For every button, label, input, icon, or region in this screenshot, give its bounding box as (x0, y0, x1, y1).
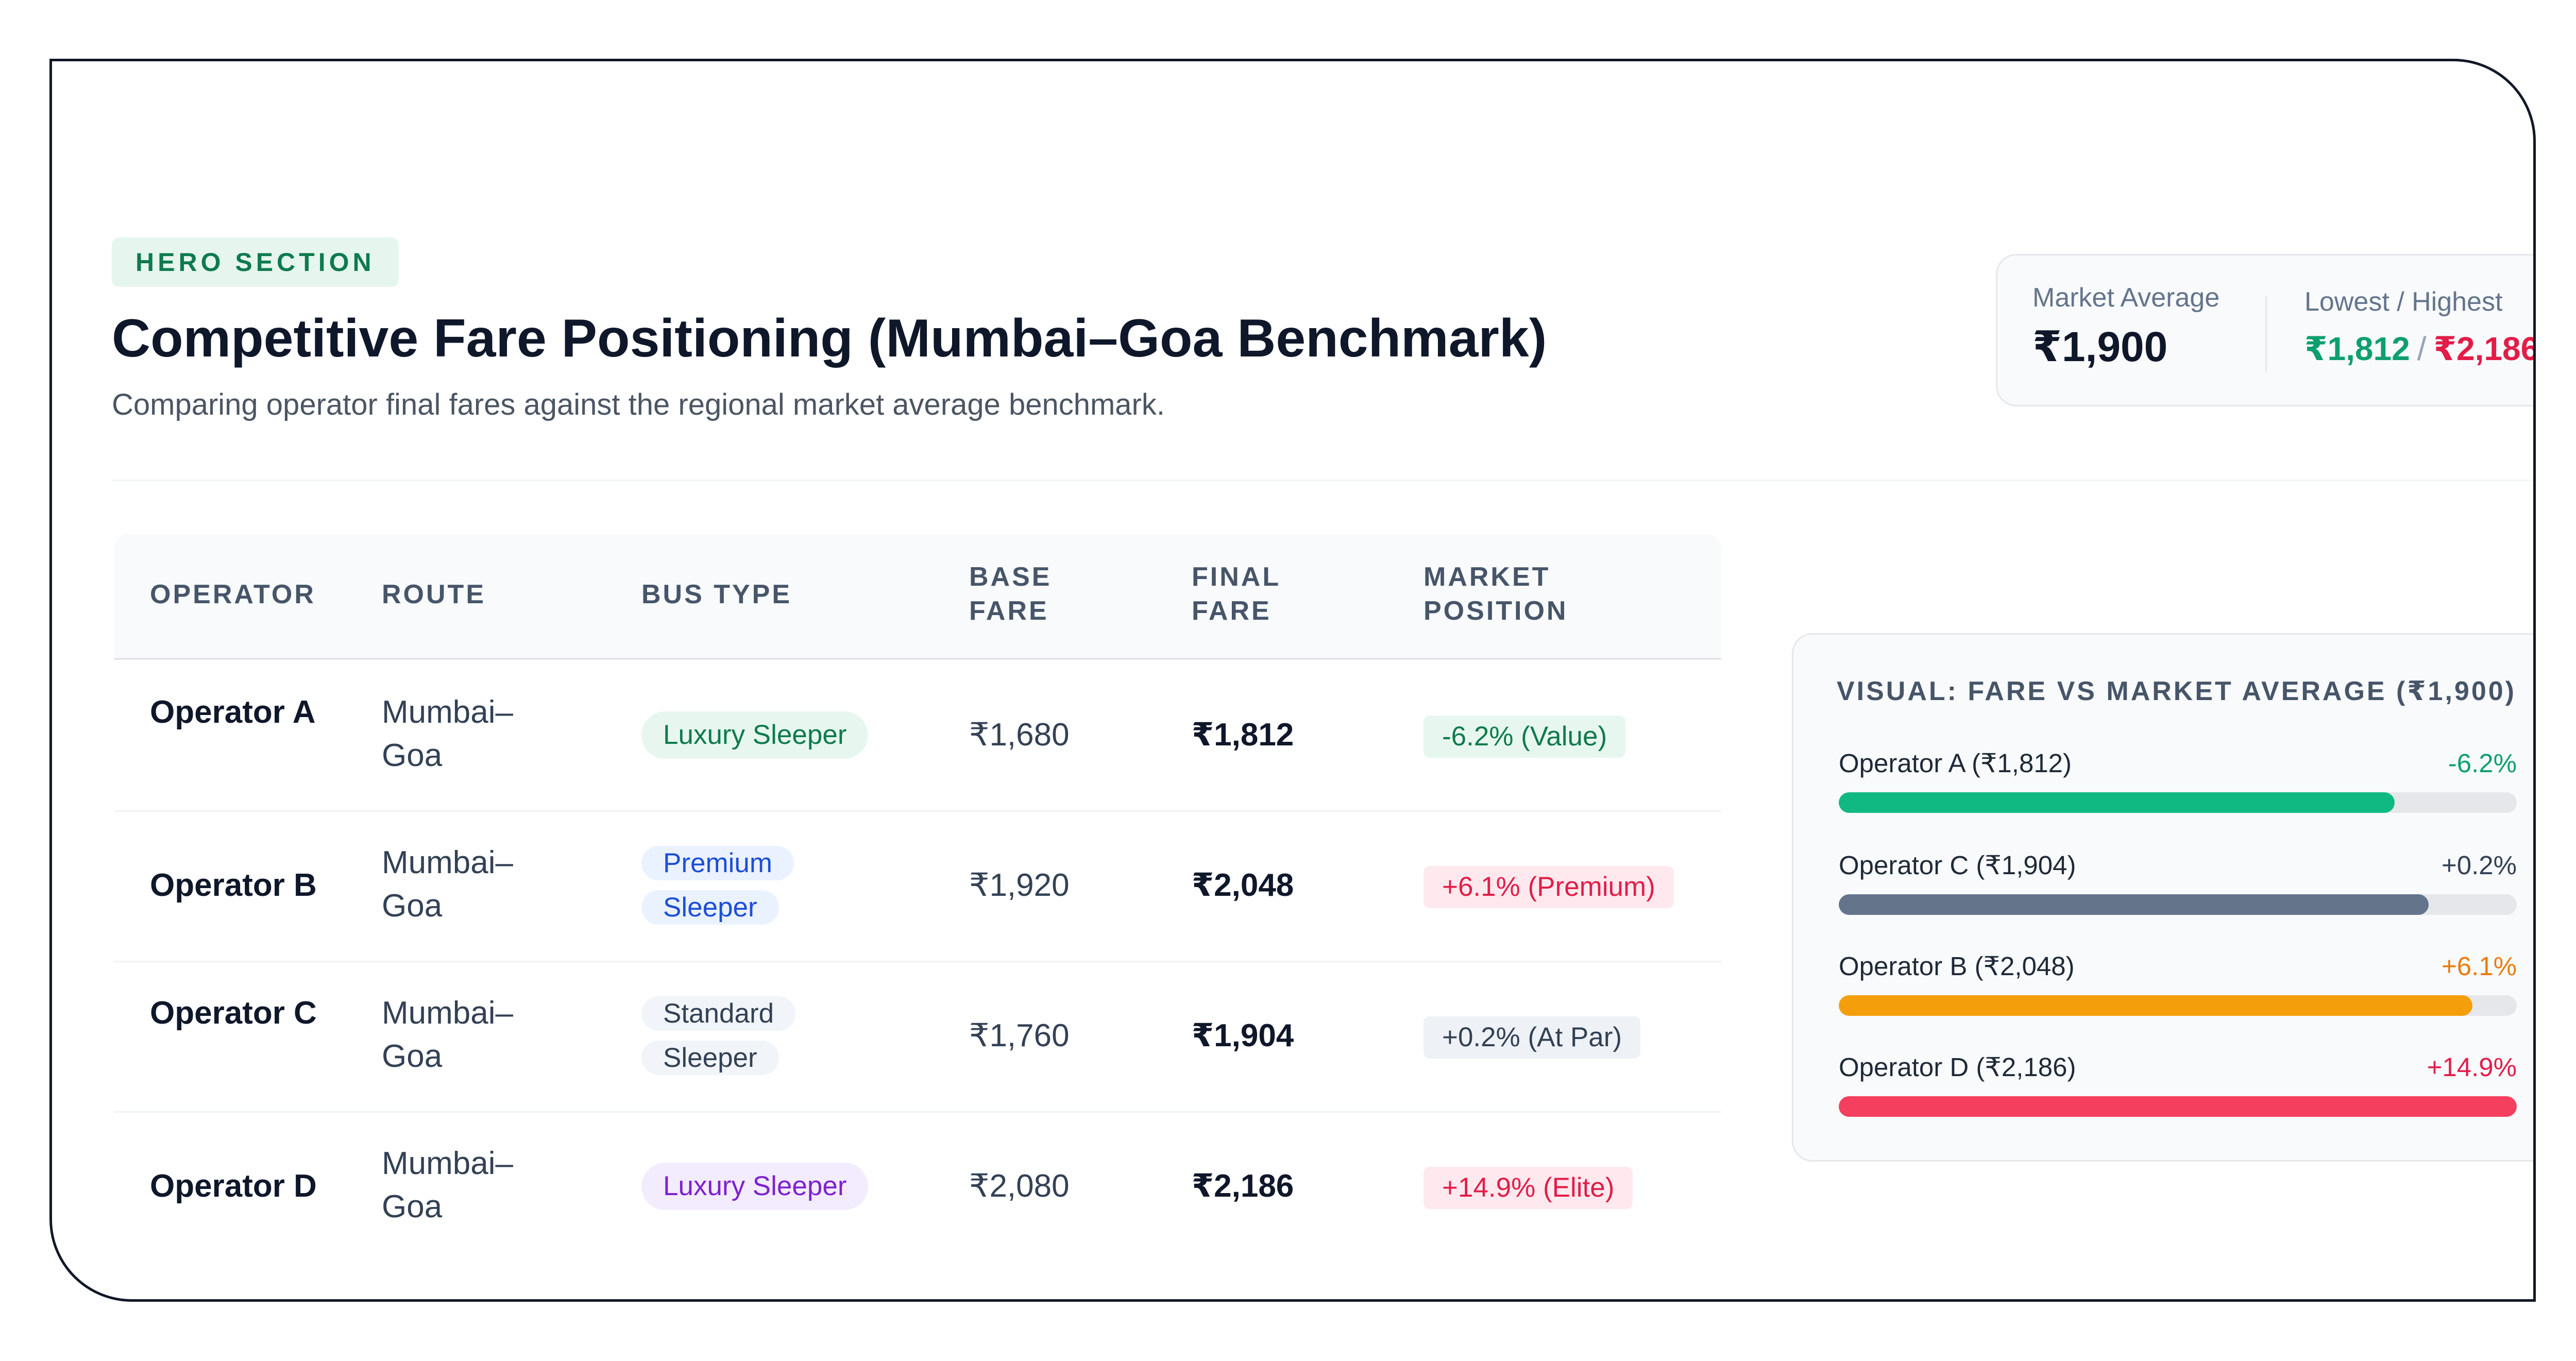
header-base-line2: FARE (969, 596, 1049, 626)
header-final-line1: FINAL (1192, 562, 1281, 592)
fare-bar-percent: +6.1% (2441, 951, 2517, 981)
table-row[interactable]: Operator C Mumbai–Goa Standard Sleeper ₹… (114, 961, 1721, 1113)
market-position-badge: +6.1% (Premium) (1423, 866, 1674, 908)
bus-type-cell: Premium Sleeper (641, 841, 794, 930)
route-name: Mumbai–Goa (382, 694, 513, 773)
operator-name: Operator B (150, 867, 317, 903)
header-base-line1: BASE (969, 562, 1052, 592)
market-position-cell: +14.9% (Elite) (1423, 1165, 1633, 1209)
market-position-cell: +0.2% (At Par) (1423, 1014, 1641, 1059)
header-position-line2: POSITION (1423, 596, 1568, 626)
operator-name: Operator D (150, 1168, 317, 1204)
base-fare: ₹2,080 (969, 1168, 1070, 1204)
bus-type-badge: Standard Sleeper (641, 996, 796, 1075)
section-divider (112, 480, 2533, 481)
operator-name: Operator A (150, 694, 316, 730)
header-operator: OPERATOR (150, 580, 316, 609)
table-header: OPERATOR ROUTE BUS TYPE BASE FARE FINAL … (114, 534, 1721, 660)
operator-name: Operator C (150, 995, 317, 1031)
fare-bar-percent: +14.9% (2427, 1052, 2517, 1082)
final-fare: ₹2,048 (1192, 867, 1294, 903)
market-summary-card: Market Average ₹1,900 Lowest / Highest ₹… (1996, 254, 2536, 406)
header-final-line2: FARE (1192, 596, 1272, 626)
hero-section-badge: HERO SECTION (112, 237, 399, 287)
fare-bar-track (1839, 1096, 2517, 1117)
header-final-fare: FINAL FARE (1192, 560, 1281, 628)
final-fare: ₹1,904 (1192, 1018, 1294, 1053)
route-name: Mumbai–Goa (382, 845, 513, 924)
header-bus-type: BUS TYPE (641, 580, 792, 609)
bus-type-cell: Standard Sleeper (641, 992, 796, 1080)
final-fare: ₹1,812 (1192, 717, 1294, 753)
market-position-badge: +14.9% (Elite) (1423, 1167, 1633, 1209)
table-row[interactable]: Operator D Mumbai–Goa Luxury Sleeper ₹2,… (114, 1111, 1721, 1262)
market-position-cell: -6.2% (Value) (1423, 713, 1626, 758)
market-position-badge: +0.2% (At Par) (1423, 1016, 1641, 1059)
header-base-fare: BASE FARE (969, 560, 1052, 628)
fare-bar-percent: +0.2% (2441, 850, 2517, 880)
fare-bar-label: Operator D (₹2,186) (1839, 1052, 2076, 1082)
fare-bar-label: Operator A (₹1,812) (1839, 748, 2072, 778)
header-position-line1: MARKET (1423, 562, 1551, 592)
route-name: Mumbai–Goa (382, 995, 513, 1074)
fare-bar-label: Operator C (₹1,904) (1839, 850, 2076, 880)
header-route: ROUTE (382, 580, 486, 609)
table-row[interactable]: Operator A Mumbai–Goa Luxury Sleeper ₹1,… (114, 660, 1721, 812)
page-title: Competitive Fare Positioning (Mumbai–Goa… (112, 309, 1547, 368)
base-fare: ₹1,680 (969, 717, 1070, 753)
fare-bar-track (1839, 995, 2517, 1016)
visual-title: VISUAL: FARE VS MARKET AVERAGE (₹1,900) (1836, 676, 2517, 706)
market-average-label: Market Average (2032, 283, 2220, 313)
page-frame: HERO SECTION Competitive Fare Positionin… (49, 59, 2536, 1302)
market-position-cell: +6.1% (Premium) (1423, 864, 1674, 908)
fare-visual-card: VISUAL: FARE VS MARKET AVERAGE (₹1,900) … (1792, 633, 2533, 1162)
page-subtitle: Comparing operator final fares against t… (112, 388, 1165, 421)
highest-fare: ₹2,186 (2433, 330, 2536, 367)
bus-type-cell: Luxury Sleeper (641, 1163, 869, 1210)
final-fare: ₹2,186 (1192, 1168, 1294, 1204)
table-row[interactable]: Operator B Mumbai–Goa Premium Sleeper ₹1… (114, 810, 1721, 962)
bus-type-badge: Luxury Sleeper (641, 711, 869, 759)
bus-type-badge: Luxury Sleeper (641, 1163, 869, 1210)
fare-bar-track (1839, 894, 2517, 915)
fare-bar-fill (1839, 995, 2473, 1016)
fare-bar-fill (1839, 894, 2429, 915)
market-position-badge: -6.2% (Value) (1423, 716, 1626, 758)
summary-divider (2265, 296, 2267, 372)
route-name: Mumbai–Goa (382, 1146, 513, 1224)
bus-type-badge: Premium Sleeper (641, 846, 794, 925)
range-separator: / (2417, 330, 2427, 367)
fare-bar-track (1839, 792, 2517, 813)
lowest-highest-label: Lowest / Highest (2304, 287, 2503, 317)
fare-bar-fill (1839, 792, 2395, 813)
fare-bar-percent: -6.2% (2448, 748, 2517, 778)
fare-bar-label: Operator B (₹2,048) (1839, 951, 2075, 981)
header-market-position: MARKET POSITION (1423, 560, 1568, 628)
bus-type-cell: Luxury Sleeper (641, 711, 869, 759)
market-average-value: ₹1,900 (2032, 324, 2168, 370)
lowest-fare: ₹1,812 (2304, 330, 2410, 367)
base-fare: ₹1,760 (969, 1018, 1070, 1053)
base-fare: ₹1,920 (969, 867, 1070, 903)
lowest-highest-values: ₹1,812/₹2,186 (2304, 330, 2536, 368)
fare-bar-fill (1839, 1096, 2517, 1117)
